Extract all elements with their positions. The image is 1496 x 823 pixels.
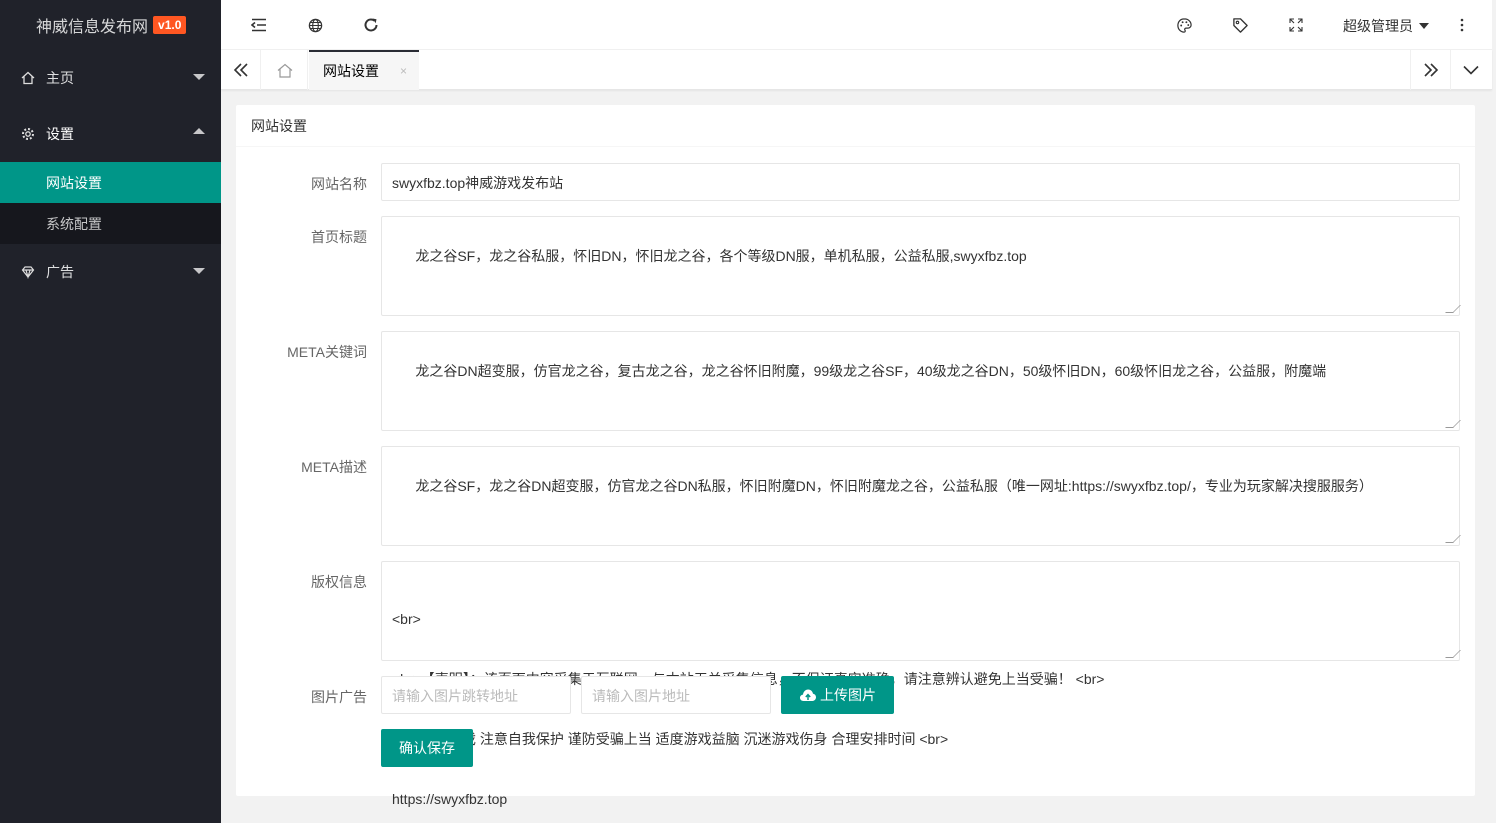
tabs-menu-chevron-down-icon[interactable] <box>1450 50 1490 90</box>
top-header: 超级管理员 <box>221 0 1492 50</box>
brand-logo[interactable]: 神威信息发布网 v1.0 <box>0 0 221 50</box>
fullscreen-icon[interactable] <box>1285 14 1307 36</box>
version-badge: v1.0 <box>153 16 187 34</box>
chevron-up-icon <box>193 128 205 134</box>
globe-icon[interactable] <box>304 14 326 36</box>
refresh-icon[interactable] <box>360 14 382 36</box>
sidebar: 神威信息发布网 v1.0 主页 设置 网站设置 系统配置 广告 <box>0 0 221 823</box>
page-tabs: 网站设置 × <box>221 50 1492 90</box>
meta-description-textarea[interactable]: 龙之谷SF，龙之谷DN超变服，仿官龙之谷DN私服，怀旧附魔DN，怀旧附魔龙之谷，… <box>381 446 1461 546</box>
sidebar-item-label: 广告 <box>46 264 74 280</box>
image-ad-label: 图片广告 <box>311 689 367 705</box>
gear-icon <box>21 127 35 141</box>
resize-handle-icon[interactable] <box>1445 650 1461 658</box>
home-title-textarea[interactable]: 龙之谷SF，龙之谷私服，怀旧DN，怀旧龙之谷，各个等级DN服，单机私服，公益私服… <box>381 216 1461 316</box>
tab-label: 网站设置 <box>323 63 379 79</box>
brand-name: 神威信息发布网 <box>36 19 149 36</box>
card-title: 网站设置 <box>236 105 1475 147</box>
more-vertical-icon[interactable] <box>1451 14 1473 36</box>
upload-image-button[interactable]: 上传图片 <box>781 676 894 714</box>
diamond-icon <box>21 265 35 279</box>
copyright-textarea[interactable]: <br> <br>【声明】：该页面内容采集于互联网，与本站无关采集信息，不保证真… <box>381 561 1461 807</box>
menu-fold-icon[interactable] <box>248 14 270 36</box>
user-name: 超级管理员 <box>1343 18 1413 34</box>
tabs-scroll-left-icon[interactable] <box>221 50 261 90</box>
meta-keywords-textarea[interactable]: 龙之谷DN超变服，仿官龙之谷，复古龙之谷，龙之谷怀旧附魔，99级龙之谷SF，40… <box>381 331 1461 431</box>
meta-keywords-label: META关键词 <box>287 344 367 360</box>
sidebar-item-home[interactable]: 主页 <box>0 50 221 106</box>
copyright-line: <br> <box>392 611 421 627</box>
image-url-input[interactable]: 请输入图片地址 <box>581 676 771 714</box>
tag-icon[interactable] <box>1229 14 1251 36</box>
tabs-scroll-right-icon[interactable] <box>1410 50 1450 90</box>
image-link-placeholder: 请输入图片跳转地址 <box>392 688 518 704</box>
sidebar-item-site-settings[interactable]: 网站设置 <box>0 162 221 203</box>
settings-card: 网站设置 网站名称 swyxfbz.top神威游戏发布站 首页标题 龙之谷SF，… <box>236 105 1475 807</box>
image-link-input[interactable]: 请输入图片跳转地址 <box>381 676 571 714</box>
sidebar-item-label: 主页 <box>46 70 74 86</box>
meta-description-value: 龙之谷SF，龙之谷DN超变服，仿官龙之谷DN私服，怀旧附魔DN，怀旧附魔龙之谷，… <box>415 478 1373 494</box>
theme-palette-icon[interactable] <box>1173 14 1195 36</box>
tab-site-settings[interactable]: 网站设置 × <box>309 50 419 90</box>
resize-handle-icon[interactable] <box>1445 420 1461 428</box>
copyright-line: 拒绝盗版游戏 注意自我保护 谨防受骗上当 适度游戏益脑 沉迷游戏伤身 合理安排时… <box>392 731 949 747</box>
home-icon <box>21 71 35 85</box>
close-icon[interactable]: × <box>400 64 407 78</box>
save-button[interactable]: 确认保存 <box>381 729 473 767</box>
image-url-placeholder: 请输入图片地址 <box>592 688 690 704</box>
chevron-down-icon <box>193 74 205 80</box>
home-title-value: 龙之谷SF，龙之谷私服，怀旧DN，怀旧龙之谷，各个等级DN服，单机私服，公益私服… <box>415 248 1027 264</box>
resize-handle-icon[interactable] <box>1445 535 1461 543</box>
caret-down-icon <box>1419 23 1429 29</box>
home-title-label: 首页标题 <box>311 229 367 245</box>
copyright-line: https://swyxfbz.top <box>392 791 508 807</box>
settings-submenu: 网站设置 系统配置 <box>0 162 221 244</box>
user-menu[interactable]: 超级管理员 <box>1343 16 1429 36</box>
site-name-label: 网站名称 <box>311 176 367 192</box>
meta-description-label: META描述 <box>301 459 367 475</box>
sidebar-item-system-config[interactable]: 系统配置 <box>0 203 221 244</box>
sidebar-item-label: 设置 <box>46 126 74 142</box>
site-name-input[interactable]: swyxfbz.top神威游戏发布站 <box>381 163 1460 201</box>
resize-handle-icon[interactable] <box>1445 305 1461 313</box>
sidebar-item-ads[interactable]: 广告 <box>0 244 221 300</box>
copyright-label: 版权信息 <box>311 574 367 590</box>
cloud-upload-icon <box>799 688 817 702</box>
meta-keywords-value: 龙之谷DN超变服，仿官龙之谷，复古龙之谷，龙之谷怀旧附魔，99级龙之谷SF，40… <box>415 363 1327 379</box>
sidebar-item-settings[interactable]: 设置 <box>0 106 221 162</box>
tab-home-icon[interactable] <box>262 50 308 90</box>
chevron-down-icon <box>193 268 205 274</box>
upload-button-label: 上传图片 <box>820 687 876 703</box>
